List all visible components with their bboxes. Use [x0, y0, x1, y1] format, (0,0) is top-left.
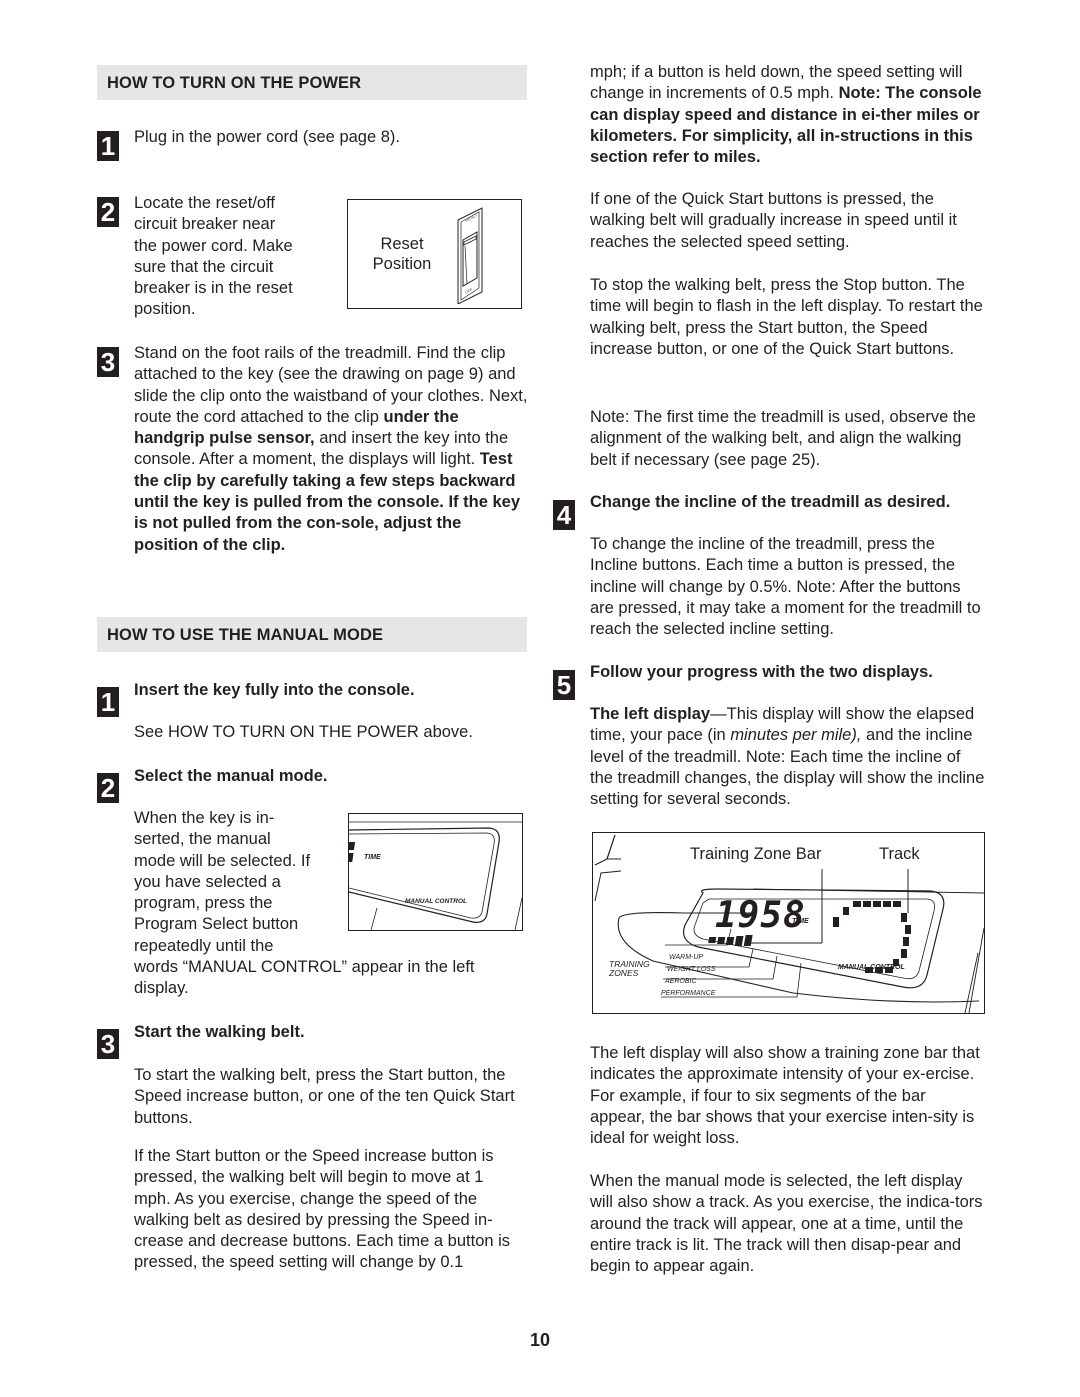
step-number-badge: 3 — [97, 1029, 119, 1059]
track-segment — [901, 949, 907, 958]
step-number-badge: 3 — [97, 347, 119, 377]
text-run-italic: minutes per mile), — [730, 726, 862, 745]
step-text: Stand on the foot rails of the treadmill… — [134, 343, 529, 556]
step-heading: Select the manual mode. — [134, 767, 328, 785]
step-text: Locate the reset/off circuit breaker nea… — [134, 193, 344, 321]
track-segment — [853, 901, 861, 907]
track-segment — [905, 925, 911, 934]
step-text: words “MANUAL CONTROL” appear in the lef… — [134, 958, 475, 998]
paragraph: mph; if a button is held down, the speed… — [590, 62, 985, 168]
paragraph: To stop the walking belt, press the Stop… — [590, 276, 983, 358]
text-line: serted, the manual — [134, 830, 271, 849]
track-segment — [873, 901, 881, 907]
manual-control-label: MANUAL CONTROL — [405, 898, 467, 905]
step-text: To start the walking belt, press the Sta… — [134, 1066, 515, 1127]
figure-label-line: Position — [372, 255, 432, 273]
step-heading: Insert the key fully into the console. — [134, 681, 415, 699]
circuit-breaker-switch-icon: RESET OFF — [457, 207, 483, 304]
step-text: The left display—This display will show … — [590, 704, 985, 810]
track-segment — [901, 913, 907, 922]
section-title: HOW TO TURN ON THE POWER — [107, 74, 362, 92]
text-line: Locate the reset/off — [134, 194, 275, 212]
left-display-figure: Training Zone Bar Track 1958 TIME MANUAL… — [592, 832, 985, 1014]
training-zone-bar — [708, 935, 753, 946]
step-text: To change the incline of the treadmill, … — [590, 535, 981, 639]
paragraph: If one of the Quick Start buttons is pre… — [590, 190, 957, 251]
callout-training-zone-bar: Training Zone Bar — [690, 845, 822, 863]
step-heading: Change the incline of the treadmill as d… — [590, 493, 951, 511]
zones-title-line: ZONES — [609, 968, 639, 978]
manual-control-label: MANUAL CONTROL — [838, 964, 905, 971]
text-line: circuit breaker near — [134, 215, 276, 234]
step-text: See HOW TO TURN ON THE POWER above. — [134, 723, 473, 741]
zone-label-performance: PERFORMANCE — [661, 990, 716, 997]
time-label: TIME — [364, 854, 381, 861]
page-number: 10 — [529, 1330, 551, 1350]
step-text: Plug in the power cord (see page 8). — [134, 128, 400, 146]
section-header-power: HOW TO TURN ON THE POWER — [97, 65, 527, 100]
zone-bar-segment — [717, 937, 726, 944]
step-number-badge: 2 — [97, 197, 119, 227]
time-label: TIME — [792, 918, 809, 925]
step-number-badge: 4 — [553, 500, 575, 530]
track-indicator — [833, 901, 911, 973]
zone-bar-segment — [734, 936, 744, 946]
track-segment — [903, 937, 909, 946]
paragraph: When the manual mode is selected, the le… — [590, 1172, 983, 1276]
step-heading: Start the walking belt. — [134, 1023, 305, 1041]
step-heading: Follow your progress with the two displa… — [590, 663, 933, 681]
zone-bar-segment — [743, 935, 753, 946]
section-header-manual: HOW TO USE THE MANUAL MODE — [97, 617, 527, 652]
paragraph: Note: The first time the treadmill is us… — [590, 408, 976, 469]
reset-position-figure: Reset Position RESET OFF — [347, 199, 522, 309]
track-segment — [863, 901, 871, 907]
track-segment — [893, 901, 901, 907]
step-number-badge: 2 — [97, 773, 119, 803]
text-line: sure that the circuit — [134, 257, 274, 276]
zone-label-aerobic: AEROBIC — [665, 978, 697, 985]
text-line: Program Select button — [134, 915, 299, 934]
step-number-badge: 1 — [97, 687, 119, 717]
text-run: Stand on the foot rails of the treadmill… — [134, 344, 528, 426]
track-segment — [843, 907, 849, 915]
section-title: HOW TO USE THE MANUAL MODE — [107, 626, 384, 644]
manual-control-display-figure: TIME MANUAL CONTROL — [348, 813, 523, 931]
text-line: program, press the — [134, 894, 273, 913]
zone-bar-segment — [708, 937, 717, 943]
display-outline-icon — [349, 821, 522, 930]
zone-label-weight-loss: WEIGHT LOSS — [667, 966, 716, 973]
step-text: When the key is in- serted, the manual m… — [134, 808, 349, 957]
paragraph: The left display will also show a traini… — [590, 1044, 980, 1148]
text-line: When the key is in- — [134, 809, 275, 827]
text-line: you have selected a — [134, 872, 281, 891]
text-line: mode will be selected. If — [134, 851, 311, 870]
text-line: position. — [134, 300, 196, 319]
step-text: If the Start button or the Speed increas… — [134, 1147, 511, 1272]
text-run-bold: The left display — [590, 705, 711, 723]
zone-label-warm-up: WARM-UP — [669, 954, 704, 961]
figure-label-line: Reset — [380, 235, 424, 253]
text-line: repeatedly until the — [134, 936, 274, 955]
training-zones-title: TRAINING ZONES — [609, 960, 650, 978]
text-line: the power cord. Make — [134, 236, 293, 255]
zone-bar-segment — [725, 937, 735, 945]
step-number-badge: 1 — [97, 131, 119, 161]
track-segment — [883, 901, 891, 907]
figure-label: Reset Position — [370, 234, 434, 274]
track-segment — [833, 917, 839, 927]
text-line: breaker is in the reset — [134, 279, 293, 298]
callout-track: Track — [879, 845, 920, 863]
time-readout: 1958 — [715, 895, 806, 936]
step-number-badge: 5 — [553, 670, 575, 700]
